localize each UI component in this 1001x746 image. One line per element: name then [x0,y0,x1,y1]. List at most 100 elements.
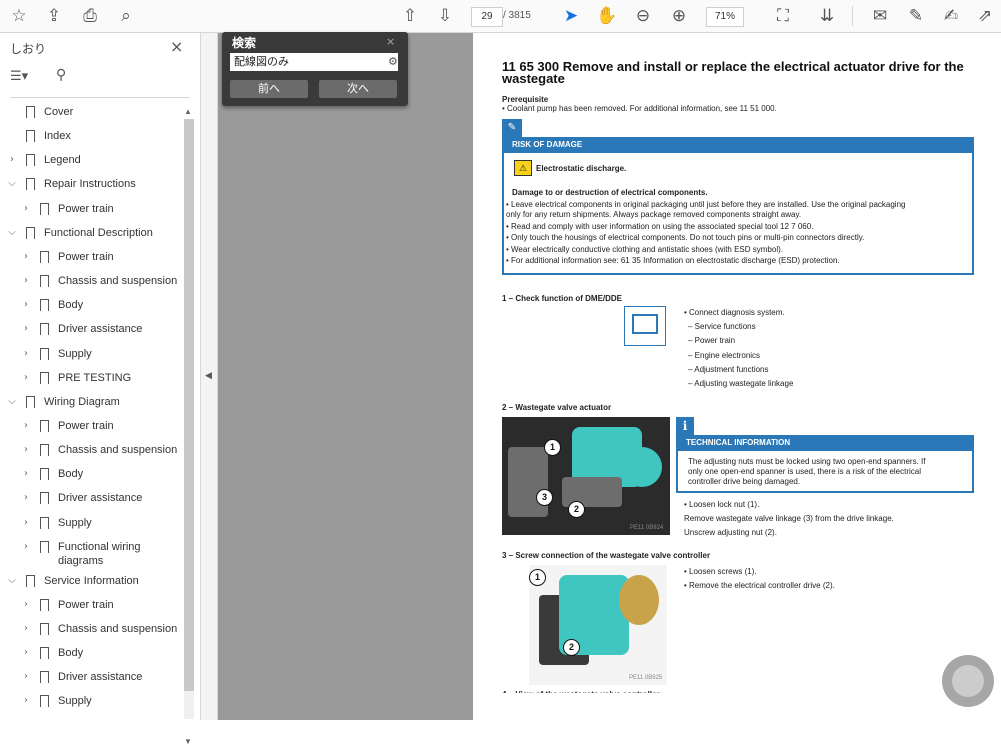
options-menu-icon[interactable]: ☰▾ [10,69,28,84]
bookmark-item[interactable]: › Chassis and suspension [0,440,182,460]
chevron-right-icon[interactable]: › [20,667,32,687]
chevron-right-icon[interactable]: › [20,271,32,291]
bookmark-item[interactable]: Index [0,126,182,146]
bookmark-item[interactable]: ⌵ Wiring Diagram [0,392,182,412]
chevron-down-icon[interactable]: ⌵ [6,223,18,243]
bookmark-item[interactable]: › Power train [0,416,182,436]
chevron-right-icon[interactable]: › [20,247,32,267]
zoom-out-icon[interactable]: ⊖ [632,5,654,27]
chevron-down-icon[interactable]: ⌵ [6,392,18,412]
bookmark-label: Body [58,647,84,660]
page-up-icon[interactable]: ⇧ [399,5,421,27]
search-title: 検索 [232,36,257,50]
chevron-down-icon[interactable]: ⌵ [6,174,18,194]
scrollbar-thumb[interactable] [184,119,194,691]
bookmark-item[interactable]: › Chassis and suspension [0,271,182,291]
callout-1: 1 [544,439,561,456]
close-icon[interactable]: × [386,35,395,48]
bookmark-item[interactable]: › Driver assistance [0,488,182,508]
chevron-right-icon[interactable]: › [20,199,32,219]
collapse-arrow-icon[interactable]: ◀ [205,370,212,381]
bookmark-item[interactable]: › Power train [0,199,182,219]
find-bookmark-icon[interactable]: ⚲ [56,67,66,83]
chevron-down-icon[interactable]: ⌵ [6,571,18,591]
chevron-right-icon[interactable]: › [20,537,32,557]
chevron-right-icon[interactable]: › [20,344,32,364]
scroll-down-icon[interactable]: ▼ [184,737,192,746]
page-down-icon[interactable]: ⇩ [434,5,456,27]
bookmark-label: Power train [58,250,114,263]
chevron-right-icon[interactable]: › [20,319,32,339]
bookmark-icon [40,623,49,637]
chevron-right-icon[interactable]: › [20,619,32,639]
next-button[interactable]: 次へ [319,80,397,98]
chevron-right-icon[interactable]: › [20,488,32,508]
upload-icon[interactable]: ⇪ [43,5,65,27]
chevron-right-icon[interactable]: › [20,513,32,533]
bookmark-item[interactable]: › Driver assistance [0,667,182,687]
bookmark-item[interactable]: Cover [0,102,182,122]
close-icon[interactable]: × [170,37,183,56]
pen-icon[interactable]: ✎ [905,5,927,27]
bookmark-item[interactable]: › Driver assistance [0,319,182,339]
technical-info-line: controller drive being damaged. [688,477,801,486]
bookmark-item[interactable]: ⌵ Repair Instructions [0,174,182,194]
zoom-search-icon[interactable]: ⌕ [115,5,137,27]
bookmark-icon [26,130,35,145]
bookmark-item[interactable]: › Chassis and suspension [0,619,182,639]
chevron-right-icon[interactable]: › [6,150,18,170]
bookmark-item[interactable]: › Power train [0,595,182,615]
bookmark-item[interactable]: › Functional wiring diagrams [0,537,182,567]
sign-icon[interactable]: ✍ [940,5,962,27]
chevron-right-icon[interactable]: › [20,295,32,315]
document-page: 11 65 300 Remove and install or replace … [474,33,1001,720]
comment-icon[interactable]: ✉ [869,5,891,27]
bookmark-item[interactable]: › Body [0,643,182,663]
page-number-input[interactable]: 29 [471,7,503,27]
star-icon[interactable]: ☆ [8,5,30,27]
page-total: / 3815 [503,10,531,21]
search-input[interactable]: 配線図のみ ⚙ [230,53,398,71]
divider [10,97,190,98]
prev-button[interactable]: 前へ [230,80,308,98]
chevron-right-icon[interactable]: › [20,440,32,460]
chevron-right-icon[interactable]: › [20,368,32,388]
chevron-right-icon[interactable]: › [20,464,32,484]
fit-page-icon[interactable]: ⛶ [772,5,794,27]
hand-icon[interactable]: ✋ [596,5,618,27]
scroll-mode-icon[interactable]: ⇊ [816,5,838,27]
bookmark-item[interactable]: › Body [0,295,182,315]
chevron-right-icon[interactable]: › [20,416,32,436]
bookmark-label: Wiring Diagram [44,395,120,408]
callout-3: 3 [536,489,553,506]
bookmark-item[interactable]: › Power train [0,247,182,267]
bookmark-item[interactable]: ⌵ Functional Description [0,223,182,243]
bookmark-item[interactable]: › Supply [0,513,182,533]
gear-icon[interactable]: ⚙ [388,53,398,71]
zoom-in-icon[interactable]: ⊕ [668,5,690,27]
bookmark-icon [26,574,35,589]
toolbar: ☆ ⇪ ⎙ ⌕ ⇧ ⇩ 29 / 3815 ➤ ✋ ⊖ ⊕ 71% ⛶ ⇊ ✉ … [0,0,1001,33]
bookmark-label: diagrams [58,554,104,567]
panel-splitter[interactable]: ◀ [201,33,218,720]
risk-heading: RISK OF DAMAGE [502,137,974,153]
page-navigation-widget[interactable] [942,655,994,707]
chevron-right-icon[interactable]: › [20,691,32,711]
chevron-right-icon[interactable]: › [20,643,32,663]
bookmark-item[interactable]: › Body [0,464,182,484]
bookmark-item[interactable]: › Supply [0,344,182,364]
zoom-level-select[interactable]: 71% [706,7,744,27]
chevron-right-icon[interactable]: › [20,595,32,615]
bookmark-item[interactable]: › PRE TESTING [0,368,182,388]
bookmark-label: Power train [58,419,114,432]
scroll-up-icon[interactable]: ▲ [184,107,192,116]
bookmark-item[interactable]: › Supply [0,691,182,711]
bookmark-label: Chassis and suspension [58,444,178,457]
share-icon[interactable]: ⇗ [974,5,996,27]
select-cursor-icon[interactable]: ➤ [560,5,582,27]
step1-item: – Engine electronics [688,351,761,360]
bookmark-item[interactable]: › Legend [0,150,182,170]
print-icon[interactable]: ⎙ [79,5,101,27]
bookmark-icon [40,323,49,338]
bookmark-item[interactable]: ⌵ Service Information [0,571,182,591]
